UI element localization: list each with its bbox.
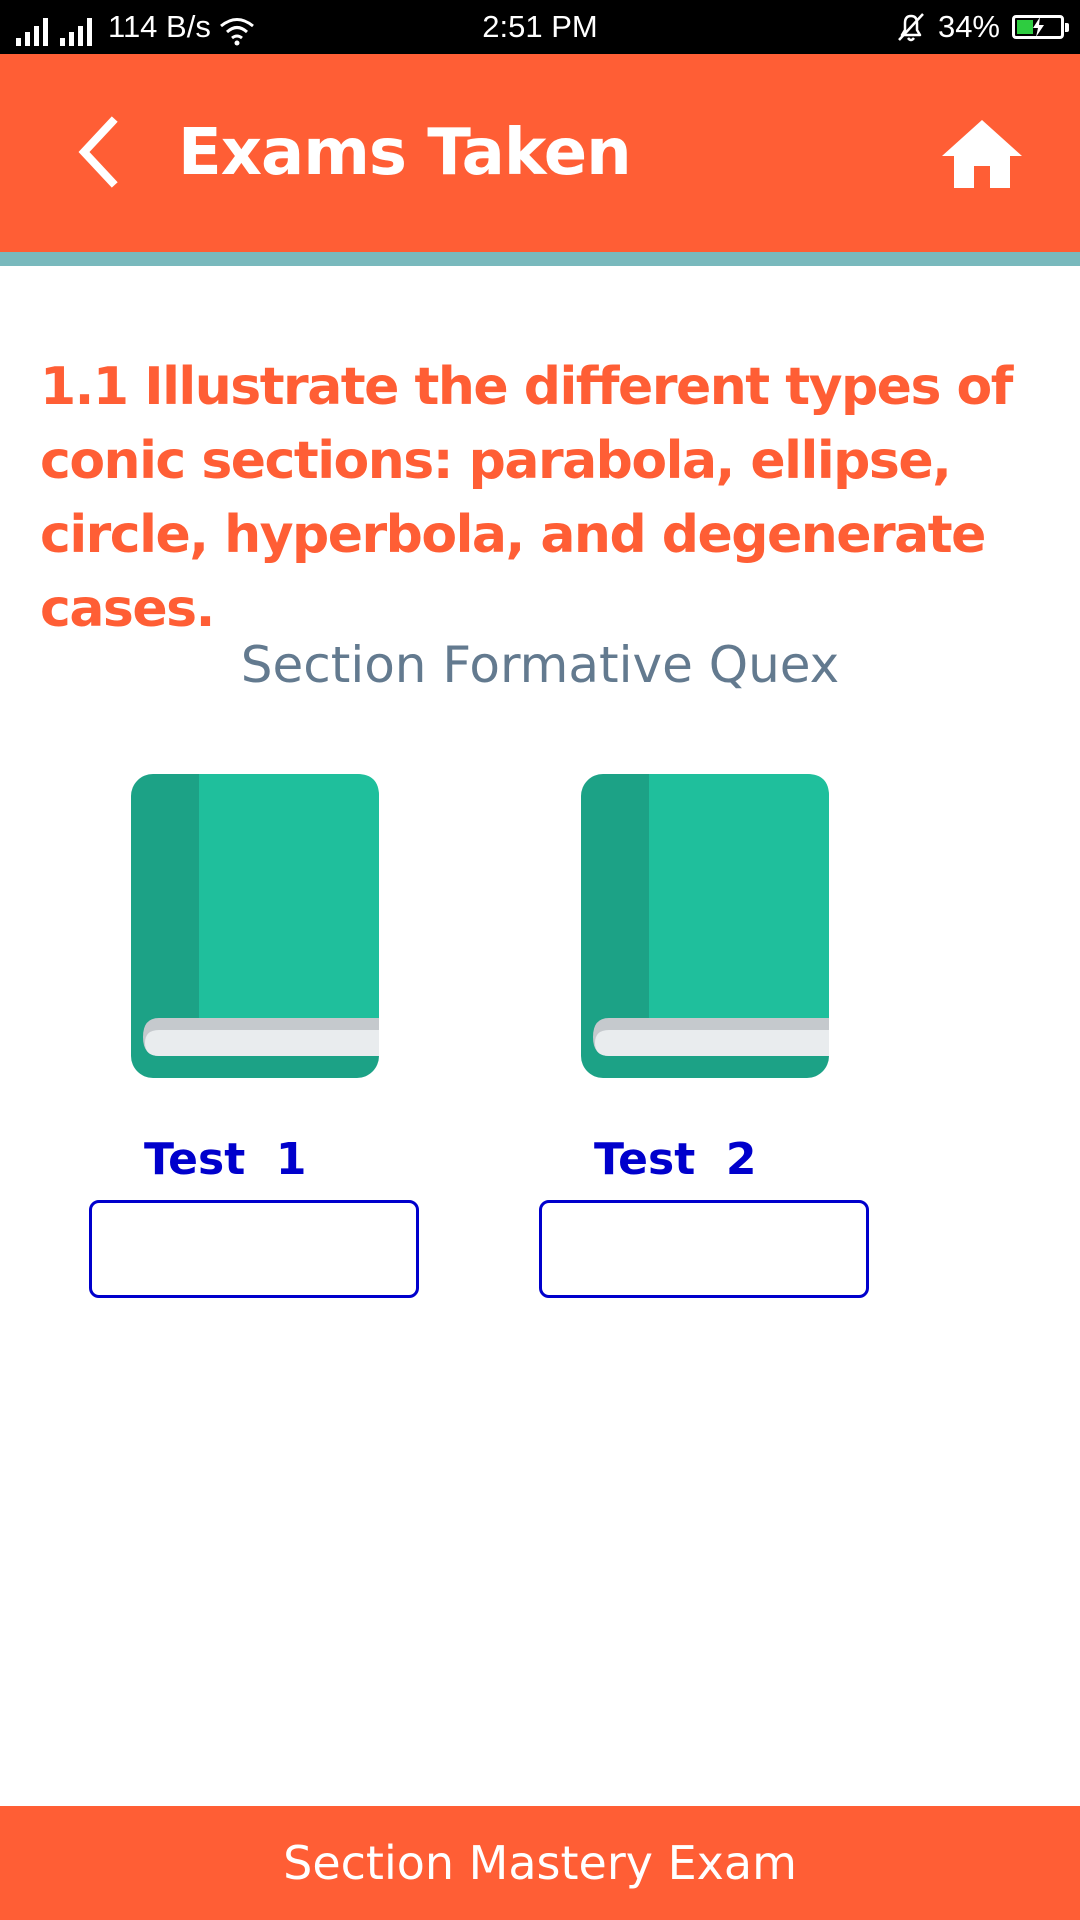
book-icon: [131, 774, 379, 1078]
section-mastery-exam-button[interactable]: Section Mastery Exam: [0, 1806, 1080, 1920]
test-2-score-box[interactable]: [539, 1200, 869, 1298]
home-icon: [942, 120, 1022, 188]
header-accent-bar: [0, 252, 1080, 266]
battery-charging-icon: [1012, 15, 1069, 39]
back-button[interactable]: [68, 112, 128, 192]
status-right: 34%: [896, 8, 1069, 46]
status-bar: 114 B/s 2:51 PM 34%: [0, 0, 1080, 54]
page-title: Exams Taken: [178, 116, 632, 190]
home-button[interactable]: [940, 116, 1024, 196]
test-1-score-box[interactable]: [89, 1200, 419, 1298]
section-label: Section Formative Quex: [240, 636, 840, 694]
bell-off-icon: [898, 13, 924, 42]
test-2-book-button[interactable]: [581, 774, 829, 1078]
charging-bolt-icon: [1033, 17, 1044, 37]
objective-title: 1.1 Illustrate the different types of co…: [40, 357, 1013, 639]
book-icon: [581, 774, 829, 1078]
battery-percent: 34%: [937, 9, 1000, 44]
test-1-book-button[interactable]: [131, 774, 379, 1078]
chevron-left-icon: [78, 116, 118, 188]
test-2-label: Test 2: [594, 1134, 757, 1185]
test-1-label: Test 1: [144, 1134, 307, 1185]
